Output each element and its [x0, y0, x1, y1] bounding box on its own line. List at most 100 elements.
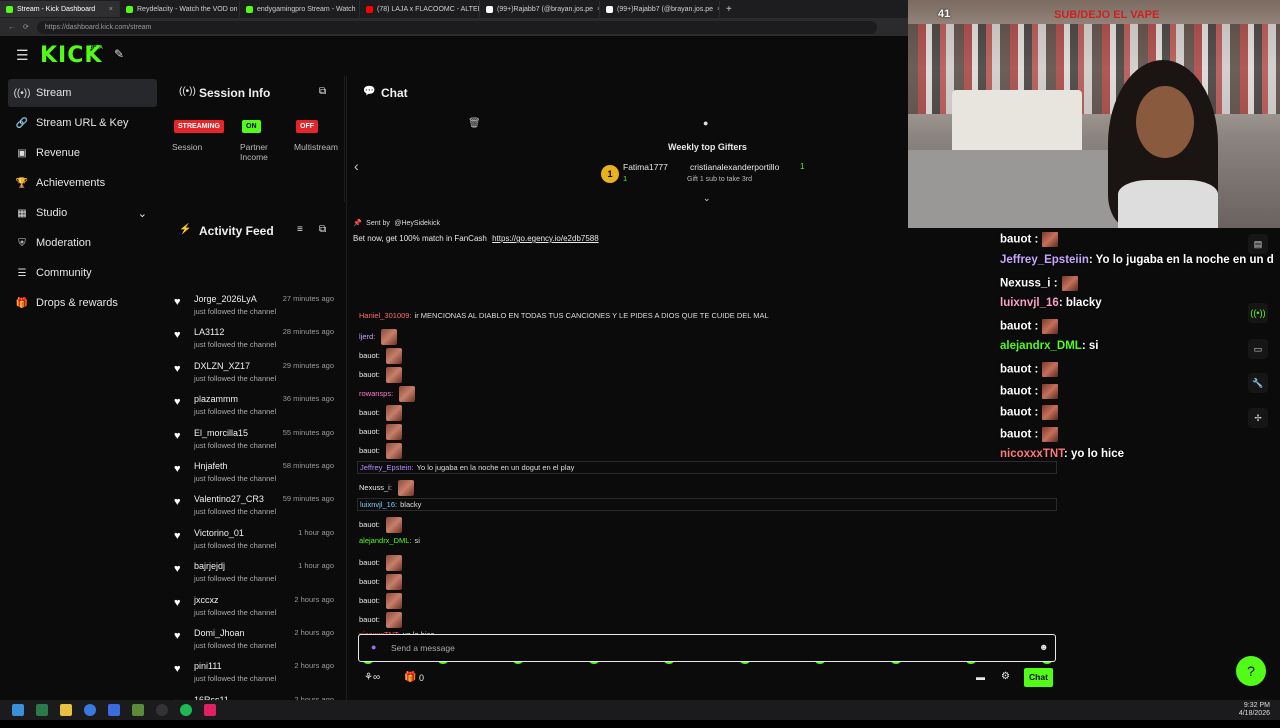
emote-image: [381, 329, 397, 345]
app-icon[interactable]: [108, 704, 120, 716]
terminal-icon[interactable]: [36, 704, 48, 716]
new-tab-button[interactable]: +: [726, 4, 732, 15]
sidebar-item-drops-rewards[interactable]: 🎁Drops & rewards: [8, 289, 157, 317]
tool-layout-icon[interactable]: ▭: [1248, 339, 1268, 359]
follower-name[interactable]: Hnjafeth: [194, 461, 228, 471]
chat-send-button[interactable]: Chat: [1024, 668, 1053, 687]
tool-wrench-icon[interactable]: 🔧: [1248, 373, 1268, 393]
sidebar-item-revenue[interactable]: ▣Revenue: [8, 139, 157, 167]
popout-icon[interactable]: ⧉: [319, 224, 326, 235]
pin-icon[interactable]: ✎: [114, 47, 124, 61]
chat-username[interactable]: Nexuss_i:: [359, 483, 392, 492]
pinned-link[interactable]: https://go.egency.io/e2db7588: [492, 234, 599, 243]
sidebar-item-stream-url-key[interactable]: 🔗Stream URL & Key: [8, 109, 157, 137]
follower-name[interactable]: DXLZN_XZ17: [194, 361, 250, 371]
chat-settings-bubble-icon[interactable]: ▬: [976, 672, 985, 682]
extensions-icon[interactable]: ⚘∞: [364, 672, 380, 683]
chat-input[interactable]: ● Send a message ☻: [358, 634, 1056, 662]
browser-tab[interactable]: (78) LAJA x FLACOOMC - ALTERN×: [360, 1, 480, 17]
overlay-chat-line: bauot :: [1000, 362, 1058, 377]
windows-start-icon[interactable]: [12, 704, 24, 716]
tool-broadcast-icon[interactable]: ((•)): [1248, 303, 1268, 323]
activity-row: ♥DXLZN_XZ17just followed the channel29 m…: [170, 361, 340, 394]
reload-icon[interactable]: ⟳: [23, 23, 29, 31]
chat-username[interactable]: rowansps:: [359, 389, 393, 398]
mic-icon[interactable]: ●: [371, 642, 376, 652]
url-field[interactable]: https://dashboard.kick.com/stream: [37, 21, 877, 34]
tab-close-icon[interactable]: ×: [109, 6, 113, 13]
tool-puzzle-icon[interactable]: ✢: [1248, 408, 1268, 428]
browser-tab[interactable]: Reydelacity - Watch the VOD on K×: [120, 1, 240, 17]
sidebar-item-community[interactable]: ☰Community: [8, 259, 157, 287]
help-button[interactable]: ?: [1236, 656, 1266, 686]
minecraft-icon[interactable]: [132, 704, 144, 716]
follower-name[interactable]: bajrjejdj: [194, 561, 225, 571]
folder-icon[interactable]: [60, 704, 72, 716]
follower-name[interactable]: jxccxz: [194, 595, 219, 605]
filter-icon[interactable]: ≡: [297, 224, 303, 235]
chat-username[interactable]: bauot:: [359, 520, 380, 529]
spotify-icon[interactable]: [180, 704, 192, 716]
follower-name[interactable]: Domi_Jhoan: [194, 628, 245, 638]
chat-username[interactable]: bauot:: [359, 577, 380, 586]
sidebar-item-studio[interactable]: ▦Studio⌄: [8, 199, 157, 227]
chat-username[interactable]: bauot:: [359, 558, 380, 567]
obs-icon[interactable]: [156, 704, 168, 716]
trash-icon[interactable]: 🗑: [468, 118, 481, 129]
sidebar-item-stream[interactable]: ((•))Stream: [8, 79, 157, 107]
capcut-icon[interactable]: [204, 704, 216, 716]
tab-close-icon[interactable]: ×: [717, 6, 720, 13]
emoji-icon[interactable]: ☻: [1039, 642, 1048, 652]
follower-name[interactable]: pini111: [194, 661, 222, 671]
sidebar-item-achievements[interactable]: 🏆Achievements: [8, 169, 157, 197]
chat-username[interactable]: Jeffrey_Epstein:: [360, 463, 414, 472]
sidebar-item-moderation[interactable]: ⛨Moderation: [8, 229, 157, 257]
gear-icon[interactable]: ⚙: [1001, 671, 1010, 682]
follower-name[interactable]: Valentino27_CR3: [194, 494, 264, 504]
follower-name[interactable]: Victorino_01: [194, 528, 244, 538]
chat-input-placeholder: Send a message: [391, 643, 455, 653]
overlay-chat-line: bauot :: [1000, 427, 1058, 442]
chrome-icon[interactable]: [84, 704, 96, 716]
chat-username[interactable]: bauot:: [359, 615, 380, 624]
follower-name[interactable]: plazammm: [194, 394, 238, 404]
points-count: 0: [419, 673, 424, 683]
chat-username[interactable]: bauot:: [359, 446, 380, 455]
chat-username[interactable]: Haniel_301009:: [359, 311, 412, 320]
chat-username[interactable]: ljerd:: [359, 332, 375, 341]
browser-tab[interactable]: endygamingpro Stream - Watch×: [240, 1, 360, 17]
overlay-username: Jeffrey_Epsteiin: [1000, 254, 1089, 266]
clock[interactable]: 9:32 PM 4/18/2026: [1239, 702, 1270, 718]
follower-name[interactable]: Jorge_2026LyA: [194, 294, 257, 304]
gifter2-action[interactable]: Gift 1 sub to take 3rd: [687, 176, 752, 183]
browser-tab[interactable]: (99+)Rajabb7 (@brayan.jos.pe×: [480, 1, 600, 17]
follower-name[interactable]: El_morcilla15: [194, 428, 248, 438]
chat-username[interactable]: bauot:: [359, 427, 380, 436]
follower-name[interactable]: LA3112: [194, 327, 224, 337]
chat-username[interactable]: bauot:: [359, 370, 380, 379]
chevron-down-icon[interactable]: ⌄: [138, 207, 147, 220]
chat-text: ir MENCIONAS AL DIABLO EN TODAS TUS CANC…: [415, 311, 769, 320]
gifter1-name[interactable]: Fatima1777: [623, 162, 668, 172]
gifter-rank-badge: 1: [601, 165, 619, 183]
chat-username[interactable]: alejandrx_DML:: [359, 536, 412, 545]
chat-username[interactable]: luixnvjl_16:: [360, 500, 397, 509]
chat-username[interactable]: bauot:: [359, 351, 380, 360]
browser-tab[interactable]: Stream - Kick Dashboard×: [0, 1, 120, 17]
kick-logo-beta: BETA: [90, 45, 103, 51]
overlay-chat-line: bauot :: [1000, 384, 1058, 399]
collapse-icon[interactable]: ⌄: [703, 193, 711, 204]
pinned-handle[interactable]: @HeySidekick: [394, 220, 440, 227]
chat-username[interactable]: bauot:: [359, 596, 380, 605]
heart-icon: ♥: [174, 496, 181, 508]
tool-chat-icon[interactable]: ▤: [1248, 234, 1268, 254]
hamburger-menu-icon[interactable]: ☰: [16, 47, 29, 64]
chat-username[interactable]: bauot:: [359, 408, 380, 417]
popout-icon[interactable]: ⧉: [319, 86, 326, 97]
carousel-prev-icon[interactable]: ‹: [354, 158, 359, 174]
browser-tab[interactable]: (99+)Rajabb7 (@brayan.jos.pe×: [600, 1, 720, 17]
chat-text: si: [415, 536, 420, 545]
gift-icon[interactable]: 🎁: [404, 672, 416, 683]
back-icon[interactable]: ←: [8, 24, 15, 31]
gifter2-name[interactable]: cristianalexanderportillo: [690, 162, 779, 172]
